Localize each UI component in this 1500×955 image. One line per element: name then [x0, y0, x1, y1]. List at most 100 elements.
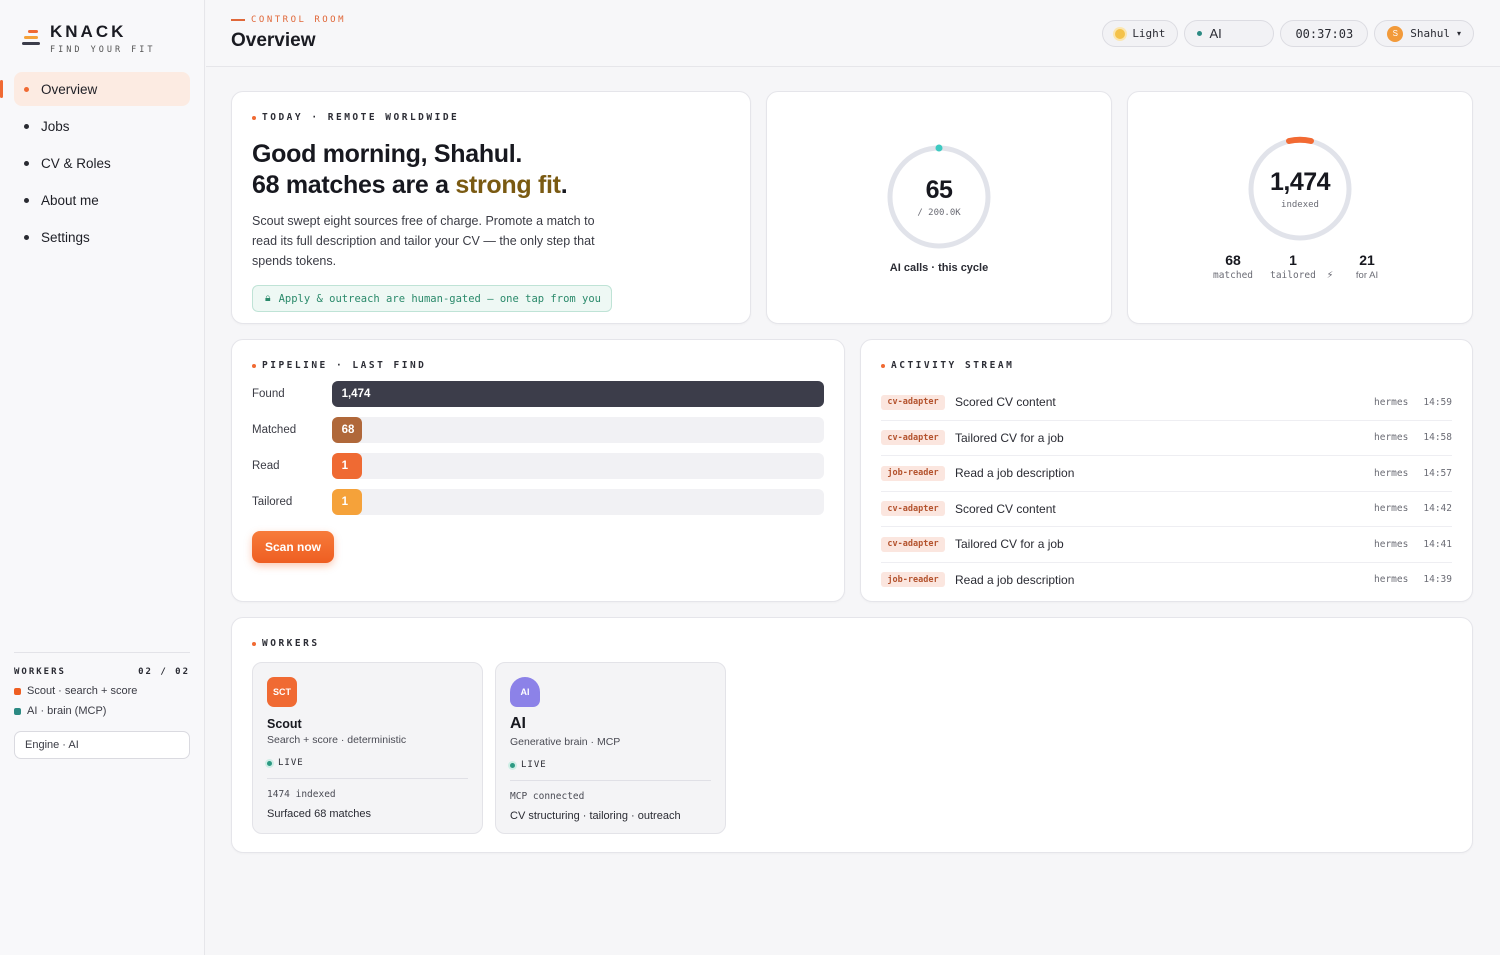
- live-dot-icon: [510, 762, 515, 768]
- pipeline-bar: 1: [331, 453, 362, 479]
- activity-row: cv-adapter Tailored CV for a job hermes 14:…: [881, 421, 1452, 456]
- worker-stat: MCP connected: [510, 791, 585, 802]
- activity-tag: cv-adapter: [881, 430, 945, 446]
- nav-item-jobs[interactable]: Jobs: [14, 109, 190, 143]
- sidebar-worker-ai: AI · brain (MCP): [14, 705, 190, 717]
- page-title: Overview: [231, 30, 316, 51]
- worker-stat: 1474 indexed: [267, 789, 336, 800]
- indexed-card: 1,474 indexed 68 matched 1 tailored ⚡ 21 fo…: [1127, 91, 1473, 324]
- stat-label: tailored: [1270, 270, 1316, 281]
- matches-line: 68 matches are a strong fit.: [252, 170, 730, 201]
- pipeline-row-found: Found 1,474: [252, 381, 824, 407]
- matches-emphasis: strong fit: [455, 171, 561, 199]
- activity-actor: hermes: [1374, 538, 1409, 550]
- stat-value: 1: [1289, 252, 1297, 268]
- sidebar-worker-label: AI · brain (MCP): [27, 705, 107, 717]
- user-menu[interactable]: S Shahul ▾: [1374, 20, 1474, 47]
- activity-actor: hermes: [1374, 432, 1409, 444]
- activity-row: cv-adapter Scored CV content hermes 14:42: [881, 492, 1452, 527]
- pipeline-title-text: PIPELINE · LAST FIND: [262, 360, 427, 371]
- brand-logo-icon: [22, 26, 40, 48]
- engine-select[interactable]: Engine · AI: [14, 731, 190, 759]
- nav-item-settings[interactable]: Settings: [14, 220, 190, 254]
- hero-greeting: Good morning, Shahul. 68 matches are a s…: [252, 139, 730, 201]
- pipeline-bars: Found 1,474 Matched 68 Read 1 Tailored 1: [252, 381, 824, 515]
- bolt-glyph: ⚡: [1326, 270, 1334, 281]
- theme-toggle[interactable]: Light: [1102, 20, 1179, 47]
- pipeline-row-tailored: Tailored 1: [252, 489, 824, 515]
- workers-title: WORKERS: [252, 638, 1452, 649]
- nav-dot-icon: [24, 86, 29, 92]
- pipeline-title: PIPELINE · LAST FIND: [252, 360, 824, 371]
- sidebar-worker-scout: Scout · search + score: [14, 685, 190, 697]
- worker-status-text: LIVE: [278, 758, 304, 768]
- scan-now-button[interactable]: Scan now: [252, 531, 334, 563]
- activity-title: ACTIVITY STREAM: [881, 360, 1452, 371]
- activity-actor: hermes: [1374, 503, 1409, 515]
- ai-icon: AI: [510, 677, 540, 707]
- indexed-ring: 1,474 indexed: [1245, 134, 1355, 244]
- activity-text: Scored CV content: [955, 395, 1056, 410]
- activity-actor: hermes: [1374, 467, 1409, 479]
- top-controls: Light AI 00:37:03 S Shahul ▾: [1102, 20, 1474, 47]
- gate-text: Apply & outreach are human-gated — one t…: [278, 292, 601, 305]
- worker-name: AI: [510, 715, 526, 732]
- worker-status: LIVE: [510, 760, 711, 781]
- ai-engine-pill[interactable]: AI: [1184, 20, 1275, 47]
- pipeline-bar: 68: [331, 417, 362, 443]
- status-square-icon: [14, 707, 21, 715]
- nav-item-overview[interactable]: Overview: [0, 72, 190, 106]
- worker-foot: Surfaced 68 matches: [267, 808, 371, 820]
- status-square-icon: [14, 687, 21, 695]
- worker-status: LIVE: [267, 758, 468, 779]
- activity-text: Read a job description: [955, 572, 1075, 587]
- activity-actor: hermes: [1374, 574, 1409, 586]
- stat-label: for AI: [1355, 270, 1379, 281]
- worker-status-text: LIVE: [521, 760, 547, 770]
- pipeline-label: Read: [252, 460, 280, 472]
- pipeline-track: 68: [331, 417, 824, 443]
- pipeline-row-matched: Matched 68: [252, 417, 824, 443]
- worker-desc: Search + score · deterministic: [267, 734, 407, 746]
- worker-card-ai[interactable]: AI AI Generative brain · MCP LIVE MCP co…: [495, 662, 726, 834]
- sidebar-workers-header: WORKERS 02 / 02: [14, 667, 190, 677]
- chevron-down-icon: ▾: [1456, 29, 1461, 38]
- activity-tag: job-reader: [881, 572, 945, 588]
- brand[interactable]: KNACK FIND YOUR FIT: [22, 22, 156, 55]
- brand-name: KNACK: [50, 22, 127, 41]
- stat-value: 68: [1225, 252, 1241, 268]
- activity-row: cv-adapter Tailored CV for a job hermes 14:…: [881, 527, 1452, 563]
- activity-actor: hermes: [1374, 396, 1409, 408]
- ai-calls-card: 65 / 200.0K AI calls · this cycle: [766, 91, 1112, 324]
- sidebar-workers: WORKERS 02 / 02 Scout · search + score A…: [14, 652, 190, 759]
- hero-card: TODAY · REMOTE WORLDWIDE Good morning, S…: [231, 91, 751, 324]
- nav-label: Overview: [41, 81, 98, 97]
- activity-time: 14:42: [1423, 503, 1452, 515]
- stat-value: 21: [1359, 252, 1375, 268]
- activity-time: 14:59: [1423, 396, 1452, 408]
- nav-item-cv-roles[interactable]: CV & Roles: [14, 146, 190, 180]
- pipeline-track: 1: [331, 453, 824, 479]
- stat-tailored: 1 tailored: [1263, 252, 1323, 281]
- worker-card-scout[interactable]: SCT Scout Search + score · deterministic…: [252, 662, 483, 834]
- activity-time: 14:41: [1423, 538, 1452, 550]
- activity-list[interactable]: cv-adapter Scored CV content hermes 14:59 c…: [881, 385, 1452, 590]
- nav-label: About me: [41, 192, 99, 208]
- nav-label: Jobs: [41, 118, 70, 134]
- nav-dot-icon: [24, 160, 29, 166]
- indexed-label: indexed: [1281, 200, 1319, 210]
- activity-tag: cv-adapter: [881, 501, 945, 517]
- matches-prefix: 68 matches are a: [252, 171, 456, 199]
- indexed-value: 1,474: [1269, 168, 1331, 196]
- sidebar-workers-count: 02 / 02: [138, 667, 190, 677]
- workers-card: WORKERS SCT Scout Search + score · deter…: [231, 617, 1473, 853]
- pipeline-track: 1,474: [331, 381, 824, 407]
- activity-title-text: ACTIVITY STREAM: [891, 360, 1015, 371]
- stat-for-ai: 21 for AI: [1337, 252, 1397, 281]
- pipeline-row-read: Read 1: [252, 453, 824, 479]
- hero-eyebrow: TODAY · REMOTE WORLDWIDE: [252, 112, 730, 123]
- nav-item-about-me[interactable]: About me: [14, 183, 190, 217]
- activity-text: Tailored CV for a job: [955, 537, 1064, 552]
- activity-row: job-reader Read a job description hermes 14…: [881, 456, 1452, 492]
- sun-icon: [1115, 28, 1126, 39]
